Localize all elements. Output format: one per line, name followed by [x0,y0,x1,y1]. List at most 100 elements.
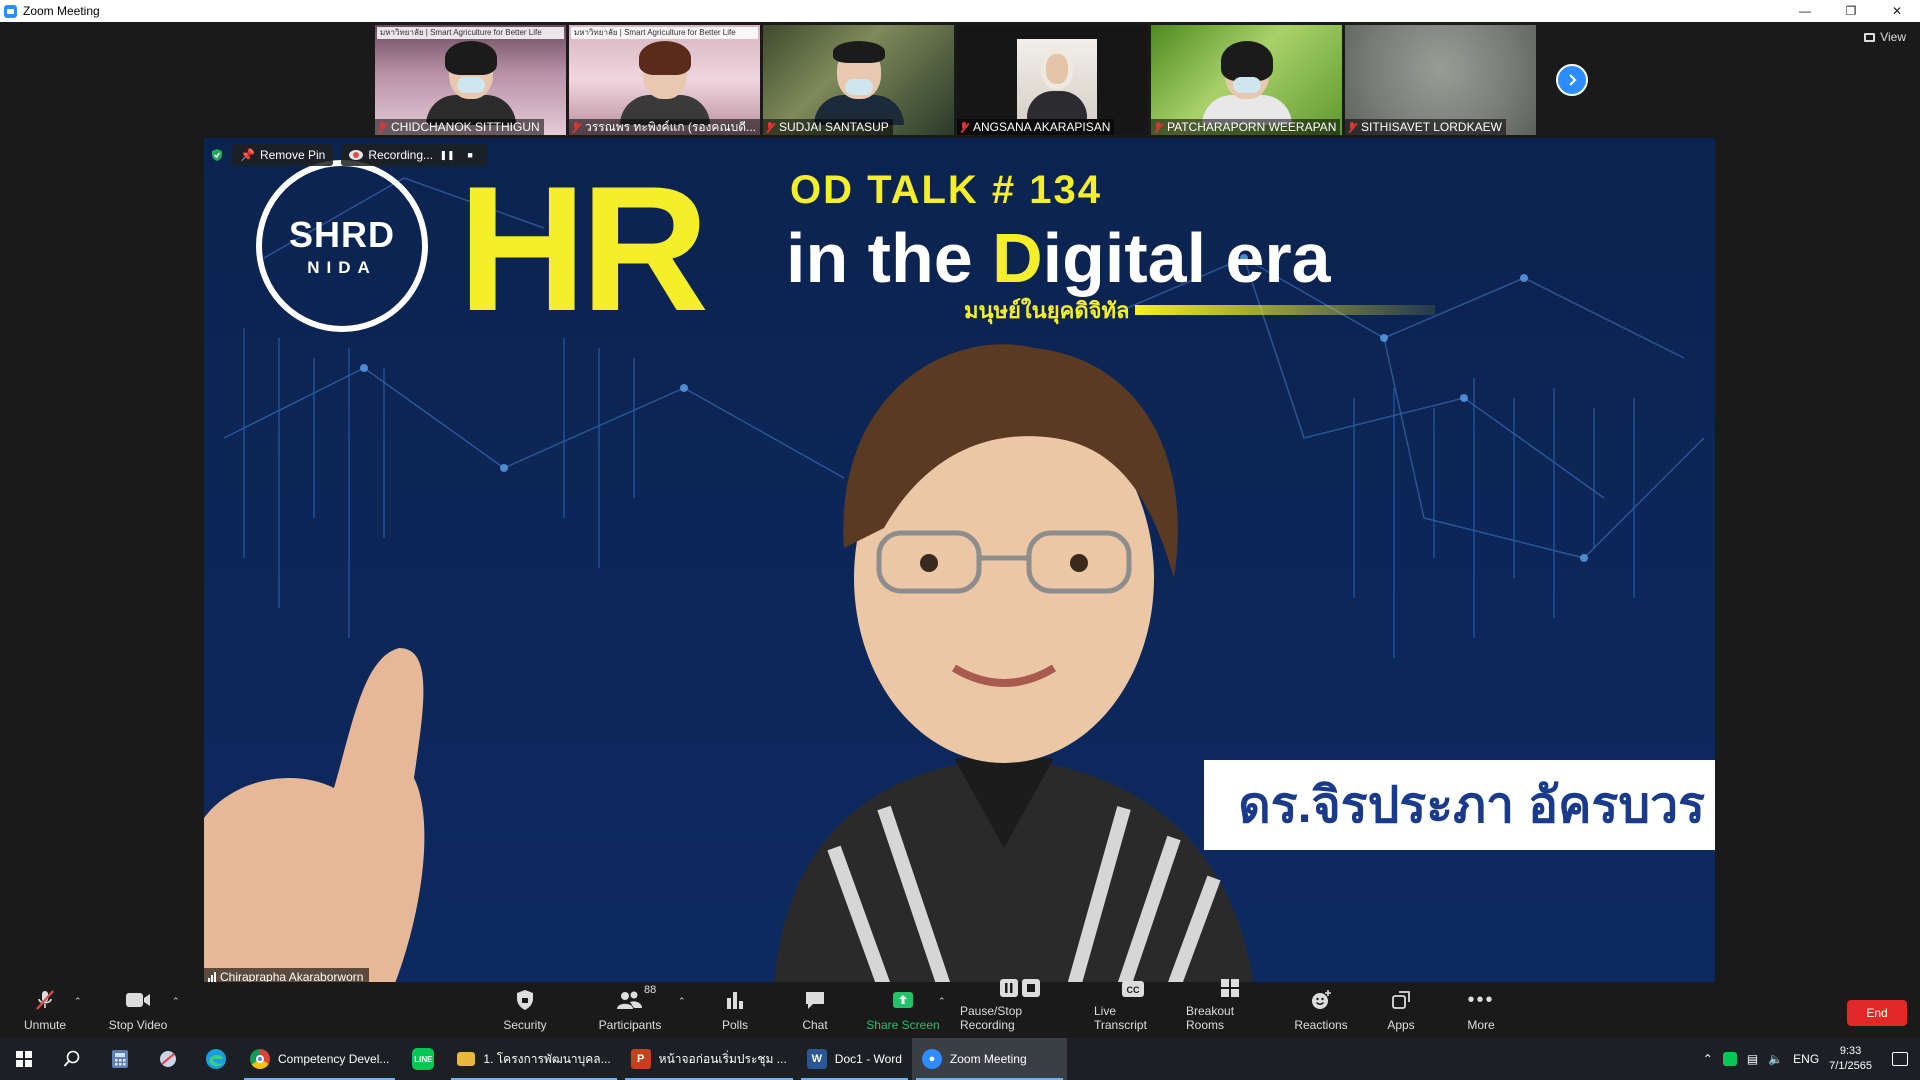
next-page-arrow-button[interactable] [1556,64,1588,96]
participant-thumbnail[interactable]: มหาวิทยาลัย | Smart Agriculture for Bett… [569,25,760,135]
reactions-button[interactable]: Reactions [1290,982,1352,1038]
chat-button[interactable]: Chat [788,982,842,1038]
security-label: Security [503,1018,547,1032]
share-screen-icon [893,992,913,1008]
speaker-hand [204,648,425,986]
participant-thumbnail[interactable]: PATCHARAPORN WEERAPAN [1151,25,1342,135]
taskbar-app-powerpoint[interactable]: P หน้าจอก่อนเริ่มประชุม ... [621,1038,797,1080]
slide-digital-era: in the Digital era [786,218,1331,298]
clock-time: 9:33 [1839,1045,1862,1057]
signal-strength-icon [208,972,216,982]
chrome-icon [250,1049,270,1069]
participant-thumbnail[interactable]: SITHISAVET LORDKAEW [1345,25,1536,135]
taskbar-app-label: Doc1 - Word [834,1052,902,1066]
language-indicator[interactable]: ENG [1793,1052,1819,1066]
restore-button[interactable]: ❐ [1828,0,1874,22]
word-icon: W [806,1049,827,1069]
logo-sub-text: NIDA [307,258,377,277]
pin-icon: 📌 [240,148,255,162]
live-transcript-button[interactable]: CC Live Transcript [1094,981,1172,1038]
taskbar-search-button[interactable] [48,1038,96,1080]
mic-muted-icon [36,990,54,1010]
edge-browser-icon [206,1049,226,1069]
participant-name: ANGSANA AKARAPISAN [973,120,1111,134]
taskbar-edge-button[interactable] [192,1038,240,1080]
notification-center-icon[interactable] [1892,1052,1908,1066]
virtual-background-banner: มหาวิทยาลัย | Smart Agriculture for Bett… [571,27,758,39]
participant-photo [1017,39,1097,119]
audio-options-caret[interactable]: ⌃ [74,996,82,1007]
search-icon [63,1050,80,1067]
taskbar-calculator-button[interactable] [96,1038,144,1080]
taskbar-clock[interactable]: 9:33 7/1/2565 [1829,1044,1872,1074]
breakout-rooms-button[interactable]: Breakout Rooms [1186,979,1274,1038]
stop-video-label: Stop Video [108,1018,168,1032]
view-label: View [1880,30,1906,44]
unmute-button[interactable]: Unmute [18,982,72,1038]
end-meeting-button[interactable]: End [1847,1000,1907,1026]
network-icon[interactable]: ▤ [1747,1052,1758,1066]
participant-name: CHIDCHANOK SITTHIGUN [391,120,540,134]
participant-name: วรรณพร ทะพิงค์แก (รองคณบดี... [584,120,756,134]
active-speaker-video[interactable]: SHRD NIDA HR OD TALK # 134 in the Digita… [204,138,1715,986]
tray-overflow-icon[interactable]: ⌃ [1703,1052,1713,1066]
line-tray-icon[interactable] [1722,1052,1737,1066]
minimize-button[interactable]: — [1782,0,1828,22]
security-button[interactable]: Security [498,982,552,1038]
remove-pin-button[interactable]: 📌 Remove Pin [232,144,334,166]
logo-main-text: SHRD [288,214,395,255]
snipping-tool-icon [160,1051,176,1067]
pause-recording-icon[interactable]: ❚❚ [438,146,456,164]
windows-start-button[interactable] [0,1038,48,1080]
share-screen-button[interactable]: Share Screen [862,982,944,1038]
clock-date: 7/1/2565 [1829,1060,1872,1072]
calculator-icon [112,1050,128,1068]
taskbar-snipping-button[interactable] [144,1038,192,1080]
participant-nameplate: PATCHARAPORN WEERAPAN [1151,119,1341,135]
line-app-icon: LINE [412,1048,435,1070]
virtual-background-banner: มหาวิทยาลัย | Smart Agriculture for Bett… [377,27,564,39]
slide-digital-part: igital era [1042,219,1331,297]
view-button[interactable]: View [1864,30,1906,44]
participant-thumbnail[interactable]: SUDJAI SANTASUP [763,25,954,135]
share-options-caret[interactable]: ⌃ [938,996,946,1007]
taskbar-app-folder[interactable]: 1. โครงการพัฒนาบุคล... [447,1038,620,1080]
more-dots-icon: ••• [1467,989,1495,1011]
closed-caption-icon: CC [1122,981,1144,997]
system-tray: ⌃ ▤ 🔈 ENG 9:33 7/1/2565 [1703,1038,1920,1080]
polls-button[interactable]: Polls [708,982,762,1038]
participants-icon [617,991,642,1009]
participants-options-caret[interactable]: ⌃ [678,996,686,1007]
pause-stop-recording-button[interactable]: Pause/Stop Recording [960,979,1080,1038]
video-options-caret[interactable]: ⌃ [172,996,180,1007]
muted-mic-icon [765,121,775,133]
participant-nameplate: ANGSANA AKARAPISAN [957,119,1115,135]
participant-nameplate: วรรณพร ทะพิงค์แก (รองคณบดี... [569,119,760,135]
participant-thumbnail[interactable]: มหาวิทยาลัย | Smart Agriculture for Bett… [375,25,566,135]
taskbar-app-word[interactable]: W Doc1 - Word [797,1038,912,1080]
close-button[interactable]: ✕ [1874,0,1920,22]
participant-thumbnail[interactable]: ANGSANA AKARAPISAN [957,25,1148,135]
slide-od-talk: OD TALK # 134 [790,168,1102,212]
participants-button[interactable]: 88 Participants [596,982,664,1038]
taskbar-app-chrome[interactable]: Competency Devel... [240,1038,399,1080]
taskbar-line-button[interactable]: LINE [399,1038,447,1080]
stop-recording-icon[interactable]: ■ [461,146,479,164]
more-button[interactable]: ••• More [1454,982,1508,1038]
stop-video-button[interactable]: Stop Video [104,982,172,1038]
taskbar-app-label: Zoom Meeting [949,1052,1027,1066]
more-label: More [1467,1018,1495,1032]
shield-check-icon [212,149,222,161]
volume-icon[interactable]: 🔈 [1768,1052,1783,1066]
chat-label: Chat [802,1018,828,1032]
svg-text:CC: CC [1127,985,1140,995]
slide-digital-highlight: D [992,219,1043,297]
smiley-plus-icon [1312,990,1331,1009]
participant-name: PATCHARAPORN WEERAPAN [1167,120,1337,134]
taskbar-app-zoom[interactable]: ● Zoom Meeting [911,1038,1067,1080]
breakout-rooms-label: Breakout Rooms [1186,1004,1235,1032]
speaker-name-card-text: ดร.จิรประภา อัครบวร [1238,776,1705,833]
apps-button[interactable]: Apps [1374,982,1428,1038]
cloud-recording-icon [349,150,364,160]
windows-taskbar: Competency Devel... LINE 1. โครงการพัฒนา… [0,1038,1920,1080]
